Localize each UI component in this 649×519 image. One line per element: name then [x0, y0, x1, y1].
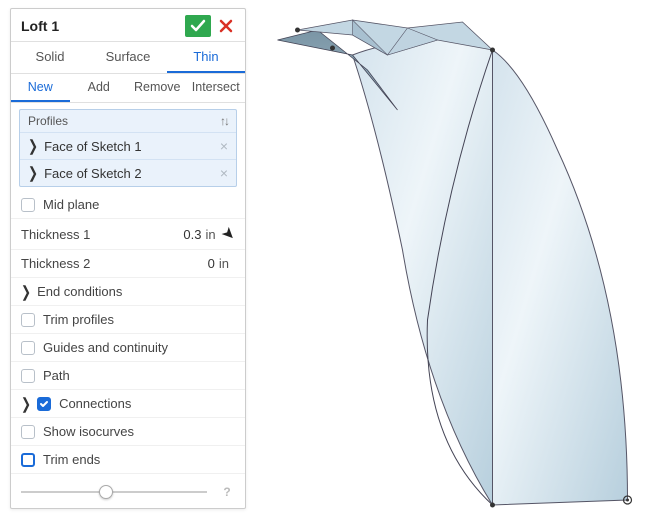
- show-isocurves-label: Show isocurves: [43, 424, 235, 439]
- confirm-button[interactable]: [185, 15, 211, 37]
- connections-row[interactable]: ❯ Connections: [11, 390, 245, 418]
- path-checkbox[interactable]: [21, 369, 35, 383]
- show-isocurves-row[interactable]: Show isocurves: [11, 418, 245, 446]
- mid-plane-row[interactable]: Mid plane: [11, 191, 245, 219]
- tab-thin[interactable]: Thin: [167, 42, 245, 73]
- reorder-icon[interactable]: ↑↓: [220, 114, 228, 128]
- subtab-remove[interactable]: Remove: [128, 74, 187, 102]
- show-isocurves-checkbox[interactable]: [21, 425, 35, 439]
- mid-plane-checkbox[interactable]: [21, 198, 35, 212]
- connections-checkbox[interactable]: [37, 397, 51, 411]
- dialog-header: Loft 1: [11, 9, 245, 42]
- cancel-button[interactable]: [215, 15, 237, 37]
- subtab-intersect[interactable]: Intersect: [187, 74, 246, 102]
- path-label: Path: [43, 368, 235, 383]
- profile-item[interactable]: ❯ Face of Sketch 1 ×: [20, 133, 236, 160]
- check-icon: [190, 19, 206, 33]
- thickness2-unit: in: [219, 256, 229, 271]
- trim-profiles-row[interactable]: Trim profiles: [11, 306, 245, 334]
- trim-ends-label: Trim ends: [43, 452, 235, 467]
- chevron-right-icon: ❯: [21, 394, 31, 412]
- thickness1-value[interactable]: 0.3: [183, 227, 201, 242]
- remove-profile-button[interactable]: ×: [220, 138, 228, 154]
- thickness2-value[interactable]: 0: [208, 256, 215, 271]
- opacity-slider[interactable]: [21, 491, 207, 493]
- thickness2-row: Thickness 2 0 in: [11, 250, 245, 278]
- profile-item[interactable]: ❯ Face of Sketch 2 ×: [20, 160, 236, 186]
- mid-plane-label: Mid plane: [43, 197, 235, 212]
- end-conditions-label: End conditions: [37, 284, 235, 299]
- tab-surface[interactable]: Surface: [89, 42, 167, 73]
- path-row[interactable]: Path: [11, 362, 245, 390]
- tab-solid[interactable]: Solid: [11, 42, 89, 73]
- guides-label: Guides and continuity: [43, 340, 235, 355]
- connections-label: Connections: [59, 396, 235, 411]
- thickness1-row: Thickness 1 0.3 in ➤: [11, 219, 245, 250]
- remove-profile-button[interactable]: ×: [220, 165, 228, 181]
- chevron-right-icon: ❯: [28, 137, 38, 155]
- profiles-section: Profiles ↑↓ ❯ Face of Sketch 1 × ❯ Face …: [19, 109, 237, 187]
- guides-checkbox[interactable]: [21, 341, 35, 355]
- profile-label: Face of Sketch 1: [44, 139, 220, 154]
- thickness2-label: Thickness 2: [21, 256, 208, 271]
- chevron-right-icon: ❯: [28, 164, 38, 182]
- loft-geometry: [256, 0, 649, 514]
- feature-dialog: Loft 1 Solid Surface Thin New Add Remove…: [10, 8, 246, 509]
- guides-row[interactable]: Guides and continuity: [11, 334, 245, 362]
- thickness1-label: Thickness 1: [21, 227, 183, 242]
- operation-tabs: New Add Remove Intersect: [11, 74, 245, 103]
- profile-label: Face of Sketch 2: [44, 166, 220, 181]
- trim-ends-row[interactable]: Trim ends: [11, 446, 245, 474]
- profiles-label: Profiles: [28, 114, 220, 128]
- slider-row: ?: [11, 474, 245, 508]
- subtab-new[interactable]: New: [11, 74, 70, 102]
- trim-ends-checkbox[interactable]: [21, 453, 35, 467]
- trim-profiles-label: Trim profiles: [43, 312, 235, 327]
- close-icon: [218, 18, 234, 34]
- end-conditions-row[interactable]: ❯ End conditions: [11, 278, 245, 306]
- chevron-right-icon: ❯: [21, 282, 31, 300]
- profiles-header: Profiles ↑↓: [20, 110, 236, 133]
- 3d-viewport[interactable]: [256, 0, 649, 514]
- flip-direction-icon[interactable]: ➤: [216, 222, 240, 246]
- check-icon: [39, 399, 49, 409]
- subtab-add[interactable]: Add: [70, 74, 129, 102]
- help-icon[interactable]: ?: [219, 484, 235, 500]
- trim-profiles-checkbox[interactable]: [21, 313, 35, 327]
- dialog-title: Loft 1: [21, 18, 185, 34]
- type-tabs: Solid Surface Thin: [11, 42, 245, 74]
- thickness1-unit: in: [205, 227, 215, 242]
- slider-thumb[interactable]: [99, 485, 113, 499]
